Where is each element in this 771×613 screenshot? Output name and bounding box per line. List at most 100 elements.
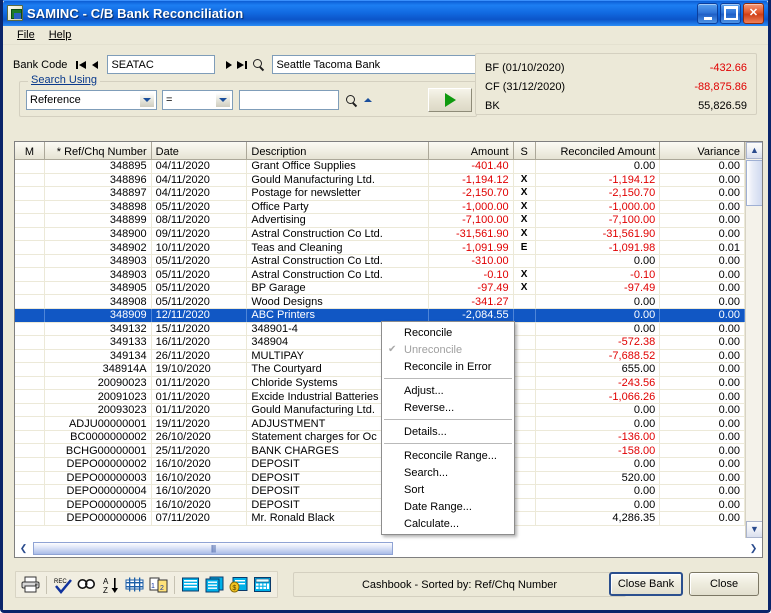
close-button-bottom[interactable]: Close	[689, 572, 759, 596]
table-row[interactable]: 34889504/11/2020Grant Office Supplies-40…	[15, 160, 762, 174]
chevron-up-icon[interactable]	[364, 98, 372, 102]
search-value-input[interactable]	[239, 90, 339, 110]
compare-icon[interactable]: 1 2	[147, 574, 170, 596]
table-row[interactable]: 34889805/11/2020Office Party-1,000.00X-1…	[15, 201, 762, 215]
scroll-up-button[interactable]: ▲	[746, 142, 763, 159]
bank-name-input[interactable]: Seattle Tacoma Bank	[272, 55, 487, 74]
table-cell: 348900	[45, 228, 152, 241]
context-menu-item-reconcile-error[interactable]: Reconcile in Error	[382, 358, 514, 375]
context-menu-item-reconcile-range[interactable]: Reconcile Range...	[382, 447, 514, 464]
table-cell: 26/10/2020	[152, 431, 248, 444]
scroll-right-button[interactable]: ❯	[745, 541, 762, 556]
table-cell: X	[514, 201, 536, 214]
horizontal-scroll-thumb[interactable]: ||||	[33, 542, 393, 555]
context-menu-item-reconcile[interactable]: Reconcile	[382, 324, 514, 341]
balance-cf-value: -88,875.86	[694, 81, 747, 93]
table-row[interactable]: 34890305/11/2020Astral Construction Co L…	[15, 268, 762, 282]
date-range-icon[interactable]	[123, 574, 146, 596]
column-header-ref[interactable]: * Ref/Chq Number	[45, 142, 152, 159]
table-row[interactable]: 34890009/11/2020Astral Construction Co L…	[15, 228, 762, 242]
close-bank-button[interactable]: Close Bank	[609, 572, 683, 596]
context-menu-item-reverse[interactable]: Reverse...	[382, 399, 514, 416]
context-menu-item-label: Details...	[404, 426, 447, 438]
reconcile-report-icon[interactable]: REC	[51, 574, 74, 596]
context-menu-item-details[interactable]: Details...	[382, 423, 514, 440]
table-row[interactable]: 34889704/11/2020Postage for newsletter-2…	[15, 187, 762, 201]
minimize-button[interactable]	[697, 3, 718, 24]
table-cell: E	[514, 241, 536, 254]
table-cell: 05/11/2020	[152, 268, 248, 281]
bank-code-search-icon[interactable]	[251, 57, 266, 72]
table-cell: 12/11/2020	[152, 309, 248, 322]
previous-record-icon[interactable]	[88, 57, 101, 72]
context-menu-item-label: Reverse...	[404, 402, 454, 414]
menu-help[interactable]: Help	[42, 27, 79, 43]
context-menu-item-sort[interactable]: Sort	[382, 481, 514, 498]
grip-icon: ||||	[211, 544, 215, 553]
maximize-button[interactable]	[720, 3, 741, 24]
balance-bf-value: -432.66	[710, 62, 747, 74]
search-go-button[interactable]	[428, 88, 472, 112]
first-record-icon[interactable]	[75, 57, 88, 72]
grid-horizontal-scrollbar[interactable]: ❮ |||| ❯	[14, 541, 763, 558]
context-menu-item-label: Sort	[404, 484, 424, 496]
chevron-down-icon[interactable]	[139, 92, 155, 108]
search-operator-select[interactable]: =	[162, 90, 233, 110]
table-row[interactable]: 34890505/11/2020BP Garage-97.49X-97.490.…	[15, 282, 762, 296]
calculator-icon[interactable]	[251, 574, 274, 596]
scroll-left-button[interactable]: ❮	[15, 541, 32, 556]
table-cell: -1,000.00	[429, 201, 514, 214]
context-menu-item-label: Unreconcile	[404, 344, 462, 356]
scroll-down-button[interactable]: ▼	[746, 521, 763, 538]
grid-context-menu[interactable]: Reconcile✔UnreconcileReconcile in ErrorA…	[381, 321, 515, 535]
search-find-icon[interactable]	[344, 93, 359, 108]
table-cell	[15, 268, 45, 281]
column-header-amount[interactable]: Amount	[429, 142, 514, 159]
context-menu-item-date-range[interactable]: Date Range...	[382, 498, 514, 515]
context-menu-item-label: Date Range...	[404, 501, 472, 513]
context-menu-item-calculate[interactable]: Calculate...	[382, 515, 514, 532]
close-button[interactable]: ✕	[743, 3, 764, 24]
table-cell: 0.00	[660, 431, 745, 444]
cashbook-icon[interactable]	[179, 574, 202, 596]
column-header-date[interactable]: Date	[152, 142, 248, 159]
context-menu-item-label: Reconcile Range...	[404, 450, 497, 462]
table-row[interactable]: 34889604/11/2020Gould Manufacturing Ltd.…	[15, 174, 762, 188]
adjustment-icon[interactable]: $	[227, 574, 250, 596]
statement-icon[interactable]	[203, 574, 226, 596]
balance-cf-label: CF (31/12/2020)	[485, 81, 565, 93]
context-menu-item-adjust[interactable]: Adjust...	[382, 382, 514, 399]
table-cell	[514, 336, 536, 349]
column-header-description[interactable]: Description	[247, 142, 428, 159]
table-cell: 10/11/2020	[152, 241, 248, 254]
last-record-icon[interactable]	[235, 57, 248, 72]
table-cell: DEPO00000003	[45, 472, 152, 485]
table-row[interactable]: 34890305/11/2020Astral Construction Co L…	[15, 255, 762, 269]
column-header-variance[interactable]: Variance	[660, 142, 745, 159]
svg-text:REC: REC	[54, 579, 67, 585]
column-header-reconciled[interactable]: Reconciled Amount	[536, 142, 661, 159]
table-cell: 0.00	[536, 255, 661, 268]
table-row[interactable]: 34890805/11/2020Wood Designs-341.270.000…	[15, 295, 762, 309]
sort-icon[interactable]: A Z	[99, 574, 122, 596]
table-cell: 04/11/2020	[152, 174, 248, 187]
table-cell: 0.00	[660, 187, 745, 200]
table-cell: Astral Construction Co Ltd.	[247, 228, 428, 241]
grid-vertical-scrollbar[interactable]: ▲ ▼	[745, 142, 762, 538]
context-menu-item-search[interactable]: Search...	[382, 464, 514, 481]
table-row[interactable]: 34889908/11/2020Advertising-7,100.00X-7,…	[15, 214, 762, 228]
table-row[interactable]: 34890210/11/2020Teas and Cleaning-1,091.…	[15, 241, 762, 255]
column-header-s[interactable]: S	[514, 142, 536, 159]
chevron-down-icon[interactable]	[215, 92, 231, 108]
search-field-select[interactable]: Reference	[26, 90, 157, 110]
vertical-scroll-thumb[interactable]	[746, 160, 763, 206]
table-cell	[15, 160, 45, 173]
find-icon[interactable]	[75, 574, 98, 596]
column-header-m[interactable]: M	[15, 142, 45, 159]
print-icon[interactable]	[19, 574, 42, 596]
table-cell	[514, 323, 536, 336]
menu-file[interactable]: File	[10, 27, 42, 43]
next-record-icon[interactable]	[222, 57, 235, 72]
bank-code-input[interactable]: SEATAC	[107, 55, 215, 74]
table-cell: Astral Construction Co Ltd.	[247, 268, 428, 281]
